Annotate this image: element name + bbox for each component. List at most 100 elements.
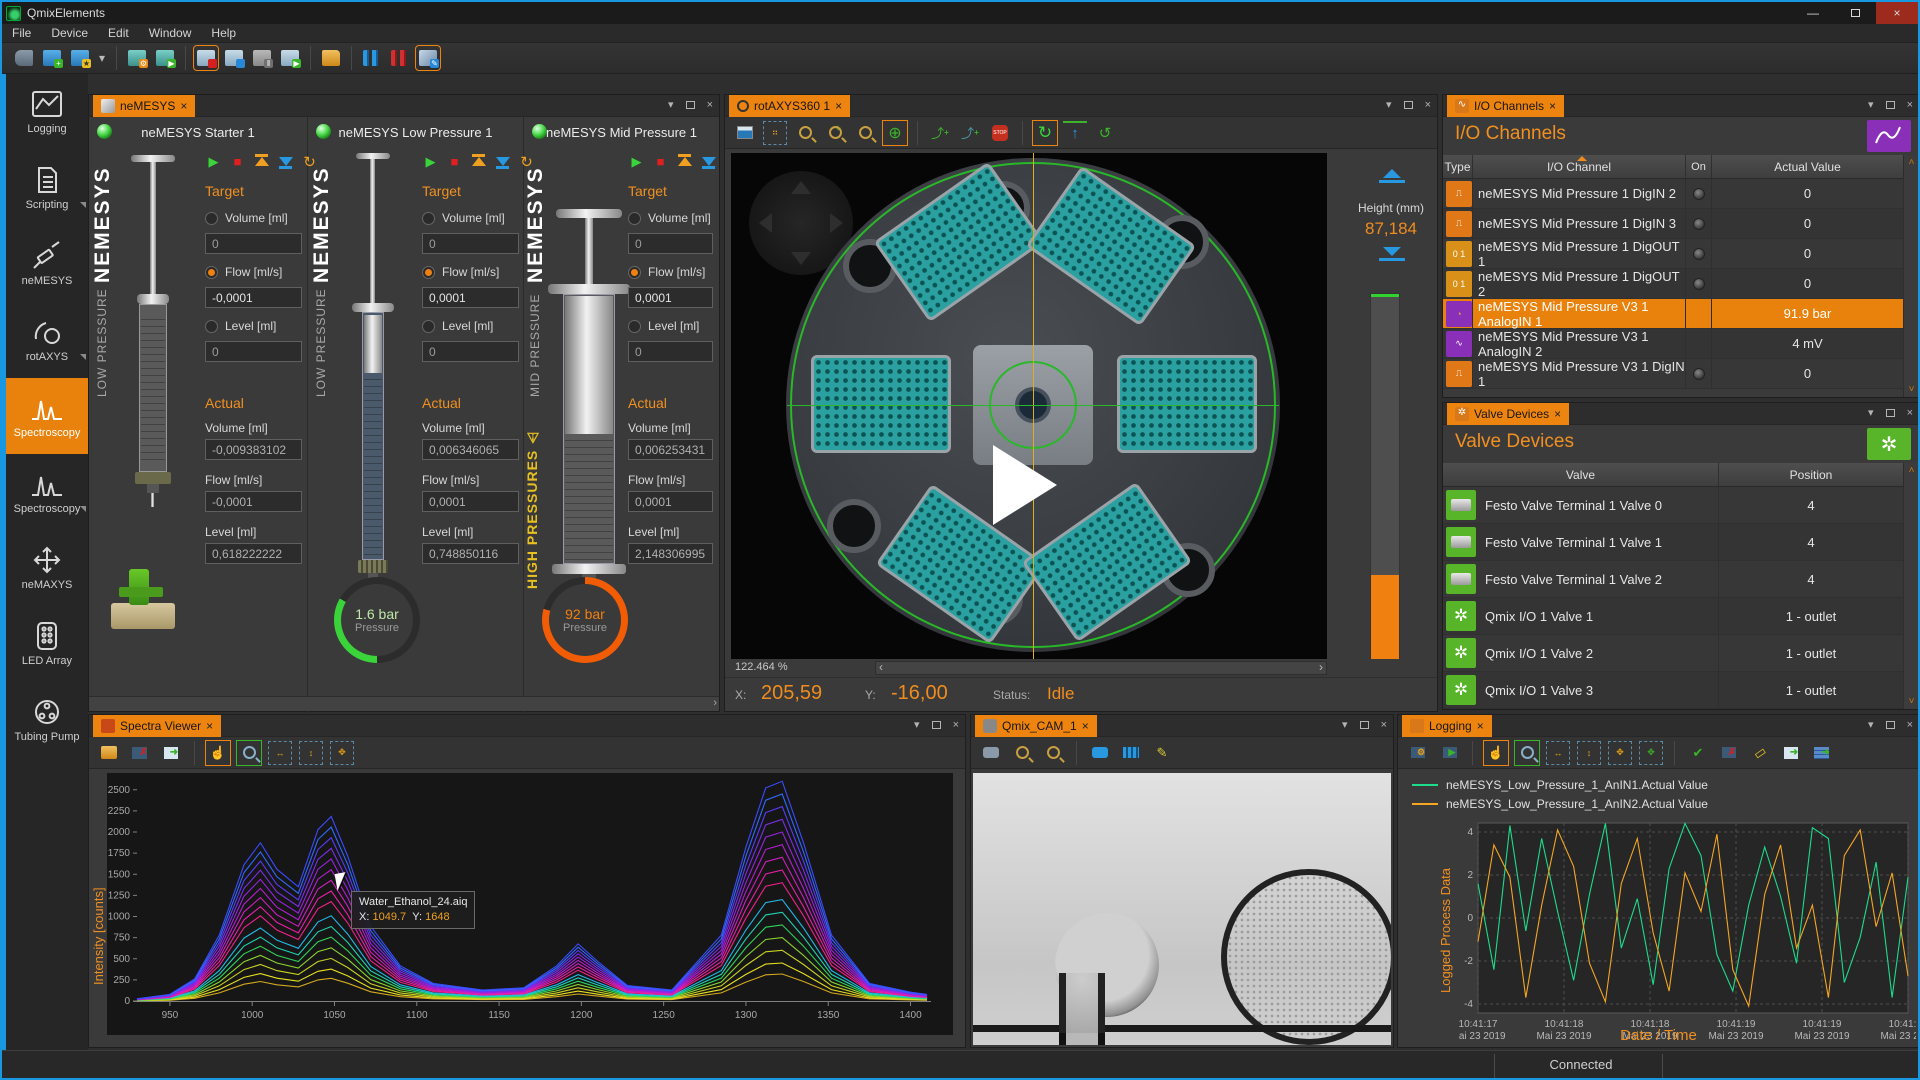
float-panel-icon[interactable] [1886, 409, 1895, 417]
fill-syringe-button[interactable] [700, 153, 717, 170]
target-level-radio[interactable] [628, 320, 641, 333]
sidebar-item-logging[interactable]: Logging [6, 74, 88, 150]
table-row-selected[interactable]: ◔ neMESYS Mid Pressure V3 1 AnalogIN 1 9… [1443, 299, 1904, 329]
zoom-out-icon[interactable] [1010, 741, 1034, 765]
column-type[interactable]: Type [1443, 155, 1473, 178]
syringe-pumps-red-icon[interactable] [388, 46, 412, 70]
table-row[interactable]: ✲Qmix I/O 1 Valve 1 1 - outlet [1443, 598, 1904, 635]
panel-view-icon[interactable] [733, 121, 757, 145]
stop-button[interactable]: ■ [652, 153, 669, 170]
syringe-pumps-blue-icon[interactable] [360, 46, 384, 70]
target-flow-radio[interactable] [205, 266, 218, 279]
zoom-fit-icon[interactable]: ⠶ [763, 121, 787, 145]
target-volume-radio[interactable] [628, 212, 641, 225]
export-chart-icon[interactable]: ➜ [1779, 741, 1803, 765]
tab-io-channels[interactable]: ∿ I/O Channels× [1447, 95, 1564, 117]
fit-vertical-icon[interactable]: ↕ [1577, 741, 1601, 765]
fill-syringe-button[interactable] [494, 153, 511, 170]
legend-item[interactable]: neMESYS_Low_Pressure_1_AnIN1.Actual Valu… [1412, 775, 1708, 794]
pin-panel-icon[interactable]: ▾ [1868, 718, 1874, 731]
measure-icon[interactable]: ▭ [1743, 736, 1776, 769]
sidebar-item-nemaxys[interactable]: neMAXYS [6, 530, 88, 606]
pin-panel-icon[interactable]: ▾ [1868, 98, 1874, 111]
close-panel-icon[interactable]: × [1907, 99, 1913, 111]
channel-on-toggle[interactable] [1693, 278, 1705, 290]
toolbar-dropdown-caret[interactable]: ▾ [96, 46, 108, 70]
table-row[interactable]: Festo Valve Terminal 1 Valve 1 4 [1443, 524, 1904, 561]
camera-image[interactable] [973, 773, 1391, 1045]
zoom-tool-icon[interactable] [237, 741, 261, 765]
target-volume-input[interactable]: 0 [205, 233, 302, 254]
spectra-chart[interactable]: 9501000105011001150120012501300135014000… [107, 773, 953, 1035]
target-flow-input[interactable]: 0,0001 [628, 287, 713, 308]
scroll-up-icon[interactable]: ˄ [1909, 465, 1915, 476]
zoom-in-icon[interactable]: + [823, 121, 847, 145]
channel-on-toggle[interactable] [1693, 188, 1705, 200]
record-video-icon[interactable] [1119, 741, 1143, 765]
export-table-icon[interactable]: ➜ [1810, 741, 1834, 765]
script-pause-icon[interactable]: ‖ [250, 46, 274, 70]
script-edit-icon[interactable] [222, 46, 246, 70]
rotary-table-view[interactable] [731, 153, 1327, 659]
start-button[interactable]: ▶ [205, 153, 222, 170]
scroll-down-icon[interactable]: ˅ [1909, 696, 1915, 707]
table-row[interactable]: ✲Qmix I/O 1 Valve 3 1 - outlet [1443, 672, 1904, 709]
scroll-up-icon[interactable]: ˄ [1909, 157, 1915, 168]
stop-button[interactable]: ■ [229, 153, 246, 170]
scroll-left-icon[interactable]: ‹ [879, 660, 883, 674]
target-volume-radio[interactable] [205, 212, 218, 225]
export-chart-icon[interactable]: ➜ [159, 741, 183, 765]
script-run-icon[interactable]: ▶ [278, 46, 302, 70]
home-rotation-icon[interactable]: ↺ [1093, 121, 1117, 145]
tab-rotaxys360[interactable]: rotAXYS360 1× [729, 95, 850, 117]
start-button[interactable]: ▶ [422, 153, 439, 170]
snapshot-icon[interactable] [1088, 741, 1112, 765]
table-row[interactable]: 0 1 neMESYS Mid Pressure 1 DigOUT 1 0 [1443, 239, 1904, 269]
channel-on-toggle[interactable] [1693, 368, 1705, 380]
float-panel-icon[interactable] [686, 101, 695, 109]
empty-syringe-button[interactable] [253, 153, 270, 170]
scroll-right-icon[interactable]: › [1319, 660, 1323, 674]
clear-chart-icon[interactable]: ✗ [1717, 741, 1741, 765]
menu-edit[interactable]: Edit [98, 24, 139, 42]
close-tab-icon[interactable]: × [1477, 719, 1484, 733]
target-flow-radio[interactable] [628, 266, 641, 279]
tab-qmix-cam[interactable]: Qmix_CAM_1× [975, 715, 1097, 737]
pan-tool-icon[interactable]: ✥ [1639, 741, 1663, 765]
tab-valve-devices[interactable]: ✲ Valve Devices× [1447, 403, 1569, 425]
float-panel-icon[interactable] [1886, 101, 1895, 109]
restore-button[interactable] [1834, 2, 1876, 24]
sidebar-item-scripting[interactable]: Scripting [6, 150, 88, 226]
open-spectra-icon[interactable] [97, 741, 121, 765]
add-path-icon[interactable]: ⤴+ [958, 121, 982, 145]
add-view-icon[interactable]: + [40, 46, 64, 70]
close-button[interactable]: × [1876, 2, 1918, 24]
fit-all-icon[interactable]: ✥ [330, 741, 354, 765]
target-position-icon[interactable]: ⊕ [883, 121, 907, 145]
stop-motion-icon[interactable]: STOP [988, 121, 1012, 145]
process-config-icon[interactable]: ⚙ [125, 46, 149, 70]
target-volume-input[interactable]: 0 [422, 233, 519, 254]
pin-panel-icon[interactable]: ▾ [1386, 98, 1392, 111]
stop-button[interactable]: ■ [446, 153, 463, 170]
legend-item[interactable]: neMESYS_Low_Pressure_1_AnIN2.Actual Valu… [1412, 794, 1708, 813]
target-flow-radio[interactable] [422, 266, 435, 279]
table-row[interactable]: Festo Valve Terminal 1 Valve 2 4 [1443, 561, 1904, 598]
column-on[interactable]: On [1686, 155, 1712, 178]
script-stop-icon[interactable] [194, 46, 218, 70]
pin-panel-icon[interactable]: ▾ [914, 718, 920, 731]
target-volume-input[interactable]: 0 [628, 233, 713, 254]
lift-to-top-button[interactable] [1359, 169, 1425, 183]
table-row[interactable]: ∿ neMESYS Mid Pressure V3 1 AnalogIN 2 4… [1443, 329, 1904, 359]
start-button[interactable]: ▶ [628, 153, 645, 170]
menu-file[interactable]: File [2, 24, 41, 42]
pin-panel-icon[interactable]: ▾ [668, 98, 674, 111]
table-row[interactable]: ✲Qmix I/O 1 Valve 2 1 - outlet [1443, 635, 1904, 672]
camera-settings-icon[interactable] [979, 741, 1003, 765]
close-panel-icon[interactable]: × [953, 719, 959, 731]
close-panel-icon[interactable]: × [707, 99, 713, 111]
close-tab-icon[interactable]: × [180, 99, 187, 113]
empty-syringe-button[interactable] [470, 153, 487, 170]
target-level-input[interactable]: 0 [205, 341, 302, 362]
add-waypoint-icon[interactable]: ⤴+ [928, 121, 952, 145]
